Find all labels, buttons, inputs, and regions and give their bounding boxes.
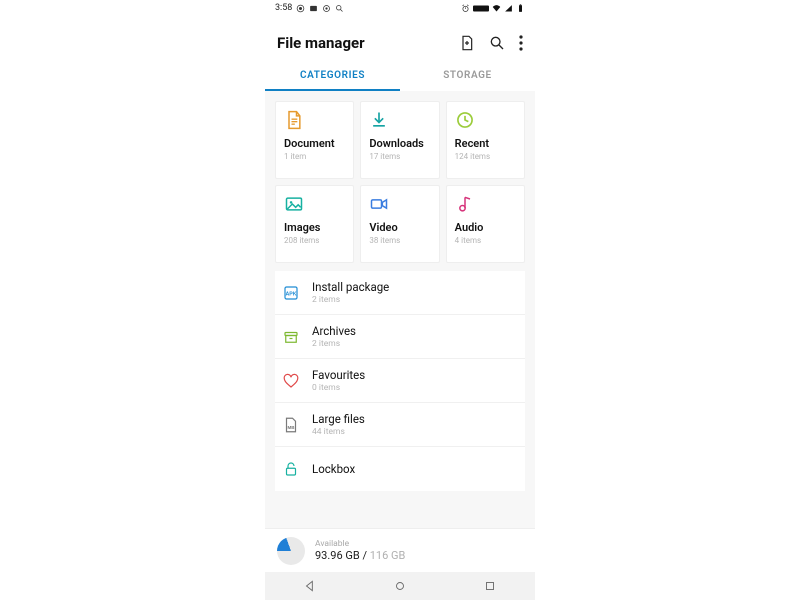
storage-values: 93.96 GB / 116 GB bbox=[315, 549, 405, 562]
tabs: CATEGORIES STORAGE bbox=[265, 60, 535, 91]
more-icon[interactable] bbox=[519, 35, 523, 51]
card-sub: 38 items bbox=[369, 236, 430, 245]
image-icon bbox=[284, 194, 304, 214]
card-downloads[interactable]: Downloads 17 items bbox=[360, 101, 439, 179]
lock-icon bbox=[282, 460, 300, 478]
row-lockbox[interactable]: Lockbox bbox=[275, 447, 525, 491]
download-icon bbox=[369, 110, 389, 130]
new-file-icon[interactable] bbox=[459, 35, 475, 51]
large-file-icon: MB bbox=[282, 416, 300, 434]
card-sub: 124 items bbox=[455, 152, 516, 161]
card-label: Video bbox=[369, 222, 430, 234]
battery-icon bbox=[516, 4, 525, 13]
phone-frame: 3:58 File manager CATEGORIES STORAGE bbox=[265, 0, 535, 600]
row-sub: 0 items bbox=[312, 383, 365, 393]
card-sub: 1 item bbox=[284, 152, 345, 161]
volte-icon bbox=[473, 4, 489, 13]
archive-icon bbox=[282, 328, 300, 346]
heart-icon bbox=[282, 372, 300, 390]
status-time: 3:58 bbox=[275, 3, 292, 13]
svg-text:MB: MB bbox=[288, 424, 296, 429]
row-label: Large files bbox=[312, 412, 365, 426]
signal-icon bbox=[504, 4, 513, 13]
category-list: APK Install package 2 items Archives 2 i… bbox=[275, 271, 525, 491]
card-label: Downloads bbox=[369, 138, 430, 150]
app-title: File manager bbox=[277, 34, 365, 52]
row-sub: 44 items bbox=[312, 427, 365, 437]
category-grid: Document 1 item Downloads 17 items Recen… bbox=[275, 101, 525, 263]
storage-total: 116 GB bbox=[370, 549, 406, 562]
card-label: Images bbox=[284, 222, 345, 234]
row-install-package[interactable]: APK Install package 2 items bbox=[275, 271, 525, 315]
row-sub: 2 items bbox=[312, 339, 356, 349]
card-label: Audio bbox=[455, 222, 516, 234]
row-sub: 2 items bbox=[312, 295, 389, 305]
search-status-icon bbox=[335, 4, 344, 13]
app-header: File manager bbox=[265, 16, 535, 60]
card-document[interactable]: Document 1 item bbox=[275, 101, 354, 179]
row-favourites[interactable]: Favourites 0 items bbox=[275, 359, 525, 403]
row-label: Install package bbox=[312, 280, 389, 294]
search-icon[interactable] bbox=[489, 35, 505, 51]
card-video[interactable]: Video 38 items bbox=[360, 185, 439, 263]
storage-pie-icon bbox=[277, 537, 305, 565]
location-icon bbox=[296, 4, 305, 13]
card-recent[interactable]: Recent 124 items bbox=[446, 101, 525, 179]
card-label: Document bbox=[284, 138, 345, 150]
wifi-icon bbox=[492, 4, 501, 13]
music-icon bbox=[455, 194, 475, 214]
alarm-icon bbox=[461, 4, 470, 13]
tab-categories[interactable]: CATEGORIES bbox=[265, 60, 400, 91]
storage-summary[interactable]: Available 93.96 GB / 116 GB bbox=[265, 528, 535, 572]
card-label: Recent bbox=[455, 138, 516, 150]
card-sub: 4 items bbox=[455, 236, 516, 245]
card-images[interactable]: Images 208 items bbox=[275, 185, 354, 263]
gallery-status-icon bbox=[309, 4, 318, 13]
row-archives[interactable]: Archives 2 items bbox=[275, 315, 525, 359]
row-label: Lockbox bbox=[312, 462, 355, 476]
tab-storage[interactable]: STORAGE bbox=[400, 60, 535, 91]
document-icon bbox=[284, 110, 304, 130]
android-nav-bar bbox=[265, 572, 535, 600]
nav-home-icon[interactable] bbox=[393, 579, 407, 593]
card-sub: 17 items bbox=[369, 152, 430, 161]
storage-free: 93.96 GB bbox=[315, 549, 360, 562]
row-large-files[interactable]: MB Large files 44 items bbox=[275, 403, 525, 447]
app-status-icon bbox=[322, 4, 331, 13]
storage-available-label: Available bbox=[315, 539, 405, 549]
apk-icon: APK bbox=[282, 284, 300, 302]
status-bar: 3:58 bbox=[265, 0, 535, 16]
nav-recent-icon[interactable] bbox=[483, 579, 497, 593]
row-label: Archives bbox=[312, 324, 356, 338]
video-icon bbox=[369, 194, 389, 214]
row-label: Favourites bbox=[312, 368, 365, 382]
clock-icon bbox=[455, 110, 475, 130]
nav-back-icon[interactable] bbox=[303, 579, 317, 593]
card-audio[interactable]: Audio 4 items bbox=[446, 185, 525, 263]
svg-text:APK: APK bbox=[285, 291, 296, 297]
content-area: Document 1 item Downloads 17 items Recen… bbox=[265, 91, 535, 600]
card-sub: 208 items bbox=[284, 236, 345, 245]
